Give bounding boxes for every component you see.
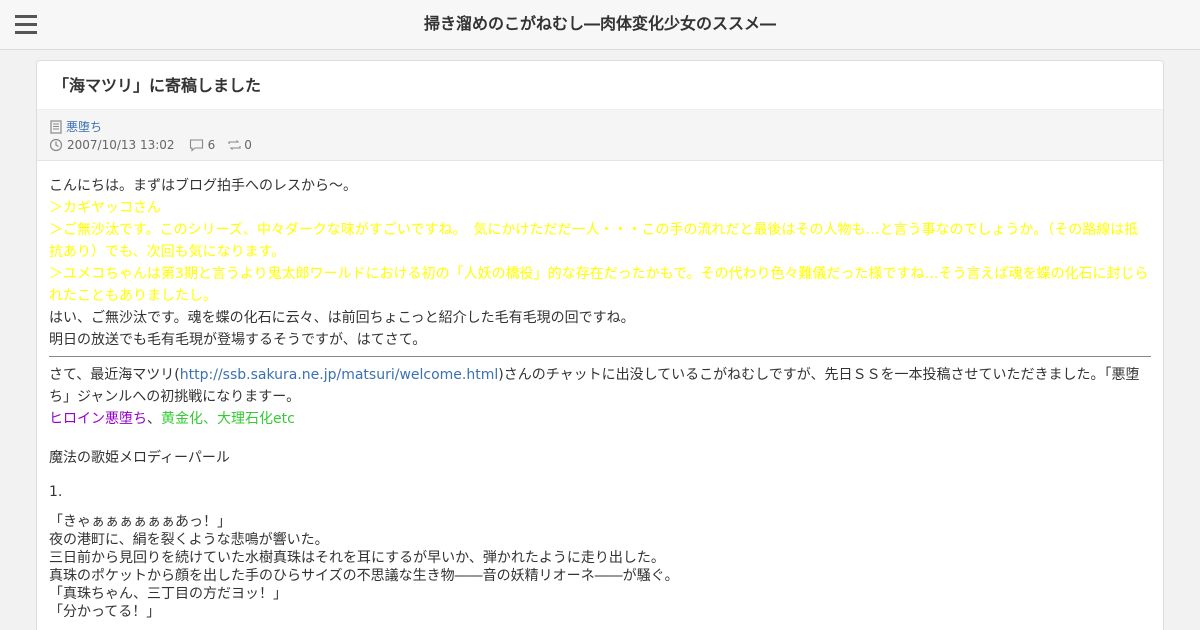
divider <box>49 356 1151 357</box>
paragraph-3-before: さて、最近海マツリ( <box>49 367 180 383</box>
post-title[interactable]: 「海マツリ」に寄稿しました <box>53 75 261 97</box>
trackback-count[interactable]: 0 <box>227 138 252 152</box>
tags-line: ヒロイン悪堕ち、黄金化、大理石化etc <box>49 408 1151 430</box>
site-title[interactable]: 掃き溜めのこがねむし―肉体変化少女のススメ― <box>0 13 1200 35</box>
story-line: 「分かってる！」 <box>49 604 161 620</box>
reply-text-2: ＞ユメコちゃんは第3期と言うより鬼太郎ワールドにおける初の「人妖の橋役」的な存在… <box>49 266 1149 304</box>
story-text: 「きゃぁぁぁぁぁぁあっ！」 夜の港町に、絹を裂くような悲鳴が響いた。 三日前から… <box>49 513 1151 621</box>
post-meta: 悪堕ち 2007/10/13 13:02 6 0 <box>37 109 1163 161</box>
tag-transform: 黄金化、大理石化etc <box>161 411 295 427</box>
paragraph-2: 明日の放送でも毛有毛現が登場するそうですが、はてさて。 <box>49 332 427 348</box>
story-line: 三日前から見回りを続けていた水樹真珠はそれを耳にするが早いか、弾かれたように走り… <box>49 550 665 566</box>
top-bar: 掃き溜めのこがねむし―肉体変化少女のススメ― <box>0 0 1200 50</box>
trackback-count-text: 0 <box>244 138 252 152</box>
tag-separator: 、 <box>147 411 161 427</box>
category-link[interactable]: 悪堕ち <box>66 118 102 135</box>
story-title: 魔法の歌姫メロディーパール <box>49 450 230 466</box>
post-body: こんにちは。まずはブログ拍手へのレスから～。 ＞カギヤッコさん ＞ご無沙汰です。… <box>49 175 1151 621</box>
matsuri-link[interactable]: http://ssb.sakura.ne.jp/matsuri/welcome.… <box>180 367 499 383</box>
post-date: 2007/10/13 13:02 <box>49 138 175 152</box>
comment-count[interactable]: 6 <box>189 138 216 152</box>
paragraph-1: はい、ご無沙汰です。魂を蝶の化石に云々、は前回ちょこっと紹介した毛有毛現の回です… <box>49 310 635 326</box>
category-row: 悪堕ち <box>49 118 102 135</box>
document-icon <box>50 119 62 134</box>
clock-icon <box>49 138 63 152</box>
stats-row: 2007/10/13 13:02 6 0 <box>49 138 266 152</box>
story-line: 夜の港町に、絹を裂くような悲鳴が響いた。 <box>49 532 329 548</box>
tag-heroine: ヒロイン悪堕ち <box>49 411 147 427</box>
story-line: 真珠のポケットから顔を出した手のひらサイズの不思議な生き物――音の妖精リオーネ―… <box>49 568 679 584</box>
paragraph-3: さて、最近海マツリ(http://ssb.sakura.ne.jp/matsur… <box>49 364 1151 408</box>
comment-icon <box>189 139 203 152</box>
story-line: 「真珠ちゃん、三丁目の方だヨッ！」 <box>49 586 287 602</box>
post-card: 「海マツリ」に寄稿しました 悪堕ち 2007/10/13 13:02 6 0 こ… <box>36 60 1164 630</box>
post-date-text: 2007/10/13 13:02 <box>67 138 175 152</box>
reply-name: ＞カギヤッコさん <box>49 200 161 216</box>
intro-text: こんにちは。まずはブログ拍手へのレスから～。 <box>49 178 357 194</box>
chapter-number: 1. <box>49 484 63 500</box>
story-line: 「きゃぁぁぁぁぁぁあっ！」 <box>49 514 231 530</box>
comment-count-text: 6 <box>207 138 216 152</box>
trackback-icon <box>228 140 241 150</box>
reply-text-1: ＞ご無沙汰です。このシリーズ、中々ダークな味がすごいですね。 気にかけただだ一人… <box>49 222 1139 260</box>
